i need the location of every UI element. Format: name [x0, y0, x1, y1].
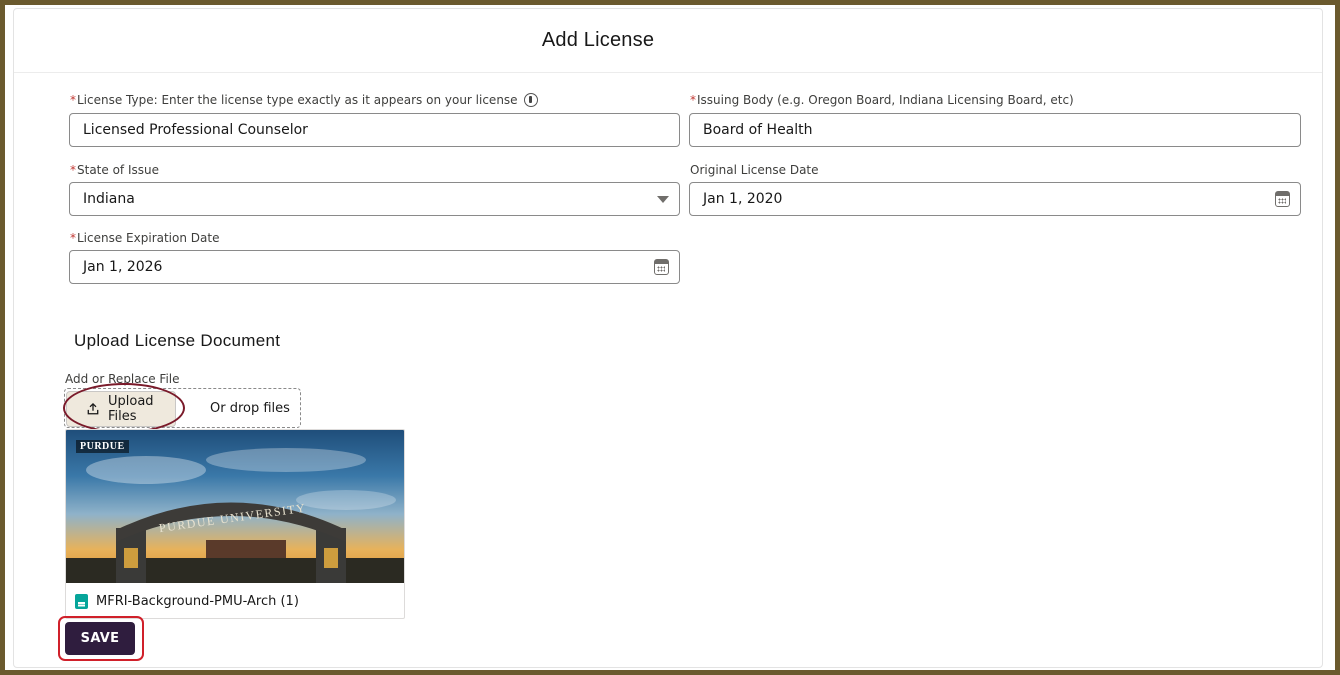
state-of-issue-select[interactable]: Indiana	[69, 182, 680, 216]
upload-icon	[87, 402, 99, 415]
file-name: MFRI-Background-PMU-Arch (1)	[96, 594, 299, 609]
info-icon[interactable]	[524, 93, 539, 107]
drop-files-text: Or drop files	[210, 401, 290, 416]
upload-section-title: Upload License Document	[74, 331, 281, 350]
add-replace-file-label: Add or Replace File	[65, 372, 180, 386]
required-marker: *	[70, 93, 76, 107]
uploaded-file-card[interactable]: PURDUE UNIVERSITY PURDUE MFRI-Background…	[65, 429, 405, 619]
add-license-card: Add License *License Type: Enter the lic…	[13, 8, 1323, 668]
app-frame: Add License *License Type: Enter the lic…	[0, 0, 1340, 675]
license-expiration-date-label: *License Expiration Date	[70, 231, 220, 245]
file-name-row: MFRI-Background-PMU-Arch (1)	[66, 583, 404, 618]
state-of-issue-label: *State of Issue	[70, 163, 159, 177]
card-header: Add License	[14, 9, 1322, 73]
license-type-label: *License Type: Enter the license type ex…	[70, 93, 539, 107]
chevron-down-icon	[657, 196, 669, 203]
calendar-icon[interactable]	[654, 259, 669, 275]
file-thumbnail: PURDUE UNIVERSITY PURDUE	[66, 430, 404, 583]
upload-files-button[interactable]: Upload Files	[66, 391, 176, 427]
required-marker: *	[690, 93, 696, 107]
original-license-date-label: Original License Date	[690, 163, 819, 177]
license-expiration-date-input[interactable]: Jan 1, 2026	[69, 250, 680, 284]
issuing-body-label: *Issuing Body (e.g. Oregon Board, Indian…	[690, 93, 1074, 107]
required-marker: *	[70, 163, 76, 177]
purdue-logo: PURDUE	[76, 440, 129, 453]
save-button[interactable]: SAVE	[65, 622, 135, 655]
document-icon	[75, 594, 88, 609]
calendar-icon[interactable]	[1275, 191, 1290, 207]
page-title: Add License	[541, 29, 655, 51]
original-license-date-input[interactable]: Jan 1, 2020	[689, 182, 1301, 216]
license-type-input[interactable]: Licensed Professional Counselor	[69, 113, 680, 147]
issuing-body-input[interactable]: Board of Health	[689, 113, 1301, 147]
required-marker: *	[70, 231, 76, 245]
